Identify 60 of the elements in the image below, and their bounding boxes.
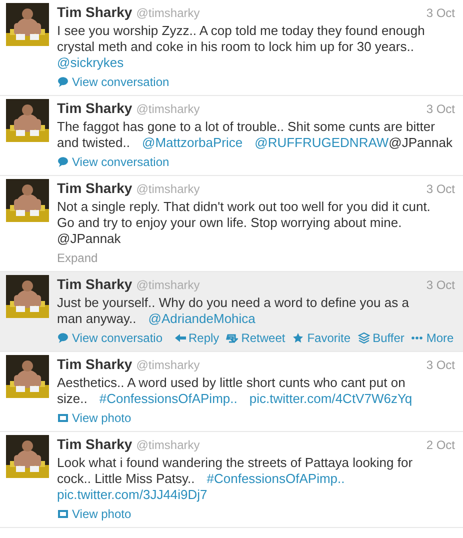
view-conversation-link[interactable]: View conversation	[57, 75, 170, 89]
retweet-link[interactable]: Retweet	[226, 331, 286, 345]
expand-link[interactable]: Expand	[57, 251, 98, 265]
tweet-text: Go and try to enjoy your own life. Stop worrying about mine.	[57, 215, 402, 230]
more-link[interactable]: More	[411, 331, 454, 345]
mention-link[interactable]: @RUFFRUGEDNRAW	[254, 135, 389, 150]
favorite-link[interactable]: Favorite	[292, 331, 351, 345]
tweet-text: @JPannak	[388, 135, 452, 150]
view-conversation-link[interactable]: View conversatio	[57, 331, 162, 345]
photo-link[interactable]: View photo	[57, 507, 132, 521]
user-handle: @timsharky	[136, 357, 200, 374]
photo-link[interactable]: pic.twitter.com/4CtV7W6zYq	[249, 391, 412, 406]
photo-icon	[57, 412, 69, 424]
hashtag-link[interactable]: #ConfessionsOfAPimp..	[206, 471, 345, 486]
tweet-time[interactable]: 3 Oct	[426, 4, 455, 22]
mention-link[interactable]: @AdriandeMohica	[148, 311, 256, 326]
tweet-time[interactable]: 3 Oct	[426, 276, 455, 294]
reply-icon	[174, 332, 186, 344]
tweet-text: crystal meth and coke in his room to lock him up for 30 years..	[57, 39, 414, 54]
speech-bubble-icon	[57, 156, 69, 168]
tweet-text: cock.. Little Miss Patsy..	[57, 471, 195, 486]
user-handle: @timsharky	[136, 437, 200, 454]
user-name[interactable]: Tim Sharky	[57, 2, 132, 23]
speech-bubble-icon	[57, 76, 69, 88]
tweet-time[interactable]: 2 Oct	[426, 436, 455, 454]
tweet-time[interactable]: 3 Oct	[426, 356, 455, 374]
buffer-link[interactable]: Buffer	[358, 331, 404, 345]
user-handle: @timsharky	[136, 101, 200, 118]
hashtag-link[interactable]: #ConfessionsOfAPimp..	[99, 391, 238, 406]
tweet-time[interactable]: 3 Oct	[426, 100, 455, 118]
user-handle: @timsharky	[136, 5, 200, 22]
tweet-text: Just be yourself.. Why do you need a word to define you as a	[57, 295, 409, 310]
layers-icon	[358, 332, 370, 344]
photo-link[interactable]: View photo	[57, 411, 132, 425]
user-name[interactable]: Tim Sharky	[57, 98, 132, 119]
star-icon	[292, 332, 304, 344]
tweet-text: I see you worship Zyzz.. A cop told me today they found enough	[57, 23, 425, 38]
user-name[interactable]: Tim Sharky	[57, 354, 132, 375]
user-name[interactable]: Tim Sharky	[57, 274, 132, 295]
tweet-text: Aesthetics.. A word used by little short cunts who cant put on	[57, 375, 406, 390]
user-name[interactable]: Tim Sharky	[57, 178, 132, 199]
tweet-text: The faggot has gone to a lot of trouble.. Shit some cunts are bitter	[57, 119, 435, 134]
tweet-text: @JPannak	[57, 231, 121, 246]
tweet-text: Not a single reply. That didn't work out too well for you did it cunt.	[57, 199, 430, 214]
photo-link[interactable]: pic.twitter.com/3JJ44i9Dj7	[57, 487, 208, 502]
photo-icon	[57, 508, 69, 520]
user-name[interactable]: Tim Sharky	[57, 434, 132, 455]
view-conversation-link[interactable]: View conversation	[57, 155, 170, 169]
reply-link[interactable]: Reply	[174, 331, 220, 345]
tweet-text: Look what i found wandering the streets of Pattaya looking for	[57, 455, 413, 470]
speech-bubble-icon	[57, 332, 69, 344]
user-handle: @timsharky	[136, 181, 200, 198]
mention-link[interactable]: @sickrykes	[57, 55, 124, 70]
retweet-icon	[226, 332, 238, 344]
tweet-text: and twisted..	[57, 135, 130, 150]
tweet-time[interactable]: 3 Oct	[426, 180, 455, 198]
tweet-text: man anyway..	[57, 311, 136, 326]
tweet-text: size..	[57, 391, 88, 406]
user-handle: @timsharky	[136, 277, 200, 294]
mention-link[interactable]: @MattzorbaPrice	[142, 135, 243, 150]
